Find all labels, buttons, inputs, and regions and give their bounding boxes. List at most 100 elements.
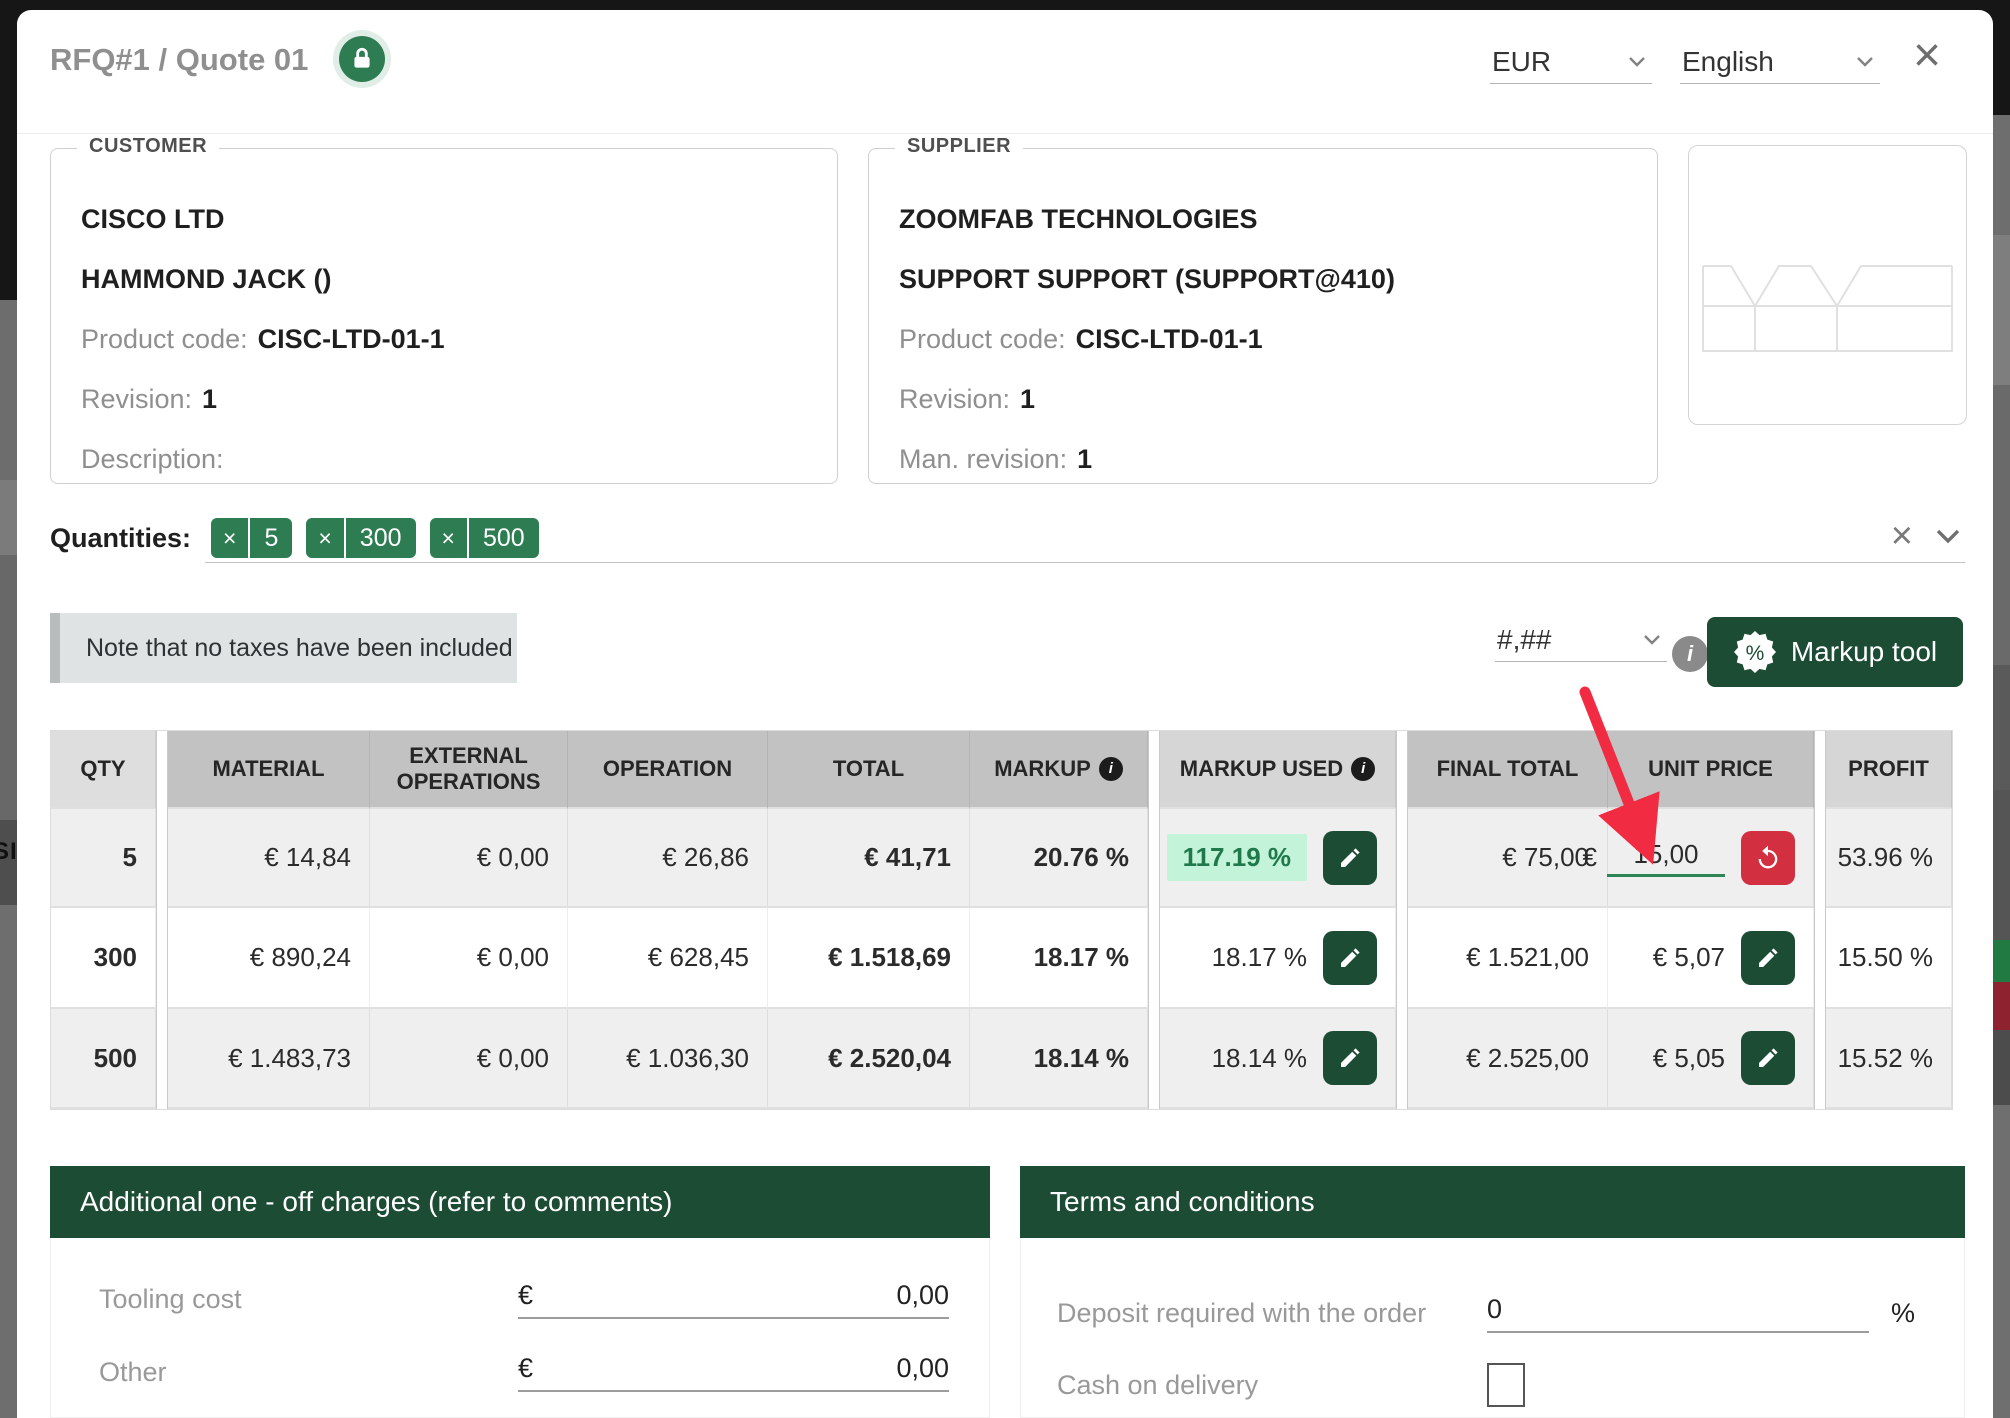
edit-unit-price-button[interactable] (1741, 931, 1795, 985)
cell-markup-used: 117.19 % (1160, 809, 1396, 908)
modal-title: RFQ#1 / Quote 01 (50, 42, 308, 78)
edit-markup-button[interactable] (1323, 931, 1377, 985)
revision-value: 1 (202, 384, 217, 415)
quantity-tag-value: 300 (346, 518, 416, 558)
backdrop-left (0, 555, 17, 820)
column-gap (156, 908, 168, 1009)
cell-unit-price: € (1608, 809, 1814, 908)
remove-tag-icon[interactable]: × (211, 518, 250, 558)
revision-label: Revision: (81, 384, 192, 415)
edit-markup-button[interactable] (1323, 1031, 1377, 1085)
column-gap (1148, 1009, 1160, 1109)
edit-unit-price-button[interactable] (1741, 1031, 1795, 1085)
backdrop-right (1993, 665, 2010, 790)
col-header-markup-used-label: MARKUP USED (1180, 756, 1343, 782)
currency-select[interactable]: EUR (1490, 40, 1652, 84)
cell-total: € 41,71 (768, 809, 970, 908)
backdrop-right (1993, 385, 2010, 665)
cell-external: € 0,00 (370, 908, 568, 1009)
col-header-total: TOTAL (768, 731, 970, 809)
cash-on-delivery-checkbox[interactable] (1487, 1363, 1525, 1407)
man-revision-label: Man. revision: (899, 444, 1067, 475)
remove-tag-icon[interactable]: × (430, 518, 469, 558)
cell-unit-price: € 5,07 (1608, 908, 1814, 1009)
markup-tool-button[interactable]: % Markup tool (1707, 617, 1963, 687)
revision-label: Revision: (899, 384, 1010, 415)
additional-charges-header: Additional one - off charges (refer to c… (50, 1166, 990, 1238)
chevron-down-icon (1628, 56, 1646, 68)
cell-markup: 18.17 % (970, 908, 1148, 1009)
markup-tool-label: Markup tool (1791, 636, 1937, 668)
quantity-tag[interactable]: × 300 (306, 518, 415, 558)
supplier-company: ZOOMFAB TECHNOLOGIES (899, 204, 1258, 235)
close-button[interactable]: × (1913, 32, 1941, 80)
backdrop-left-row: SI (0, 820, 17, 905)
unit-price-value: € 5,05 (1653, 1043, 1725, 1074)
col-header-qty: QTY (51, 731, 156, 809)
deposit-input[interactable] (1487, 1294, 1869, 1325)
supplier-email-link[interactable]: SUPPORT@410 (1184, 264, 1386, 295)
deposit-label: Deposit required with the order (1057, 1298, 1487, 1329)
lock-icon (349, 46, 375, 72)
column-gap (1814, 809, 1826, 908)
cell-markup: 18.14 % (970, 1009, 1148, 1109)
backdrop-right (1993, 1030, 2010, 1105)
clear-quantities-icon[interactable]: × (1891, 517, 1913, 555)
column-gap (1396, 908, 1408, 1009)
backdrop-left (0, 480, 17, 555)
cell-material: € 890,24 (168, 908, 370, 1009)
chevron-down-icon (1856, 56, 1874, 68)
cell-operation: € 26,86 (568, 809, 768, 908)
cell-external: € 0,00 (370, 809, 568, 908)
language-select[interactable]: English (1680, 40, 1880, 84)
edit-markup-button[interactable] (1323, 831, 1377, 885)
quantity-tag[interactable]: × 5 (211, 518, 292, 558)
column-gap (1814, 731, 1826, 809)
info-icon[interactable]: i (1099, 757, 1123, 781)
supplier-legend: SUPPLIER (895, 135, 1023, 158)
backdrop-right-dark (1993, 0, 2010, 115)
tax-note-text: Note that no taxes have been included (86, 634, 513, 663)
other-charge-input[interactable] (533, 1353, 949, 1384)
part-preview-thumbnail[interactable] (1688, 145, 1967, 425)
info-icon[interactable]: i (1351, 757, 1375, 781)
number-format-select[interactable]: #,## (1495, 618, 1667, 662)
percent-glyph: % (1746, 642, 1765, 665)
column-gap (1148, 809, 1160, 908)
backdrop-right-red-block (1993, 982, 2010, 1030)
markup-used-value: 18.17 % (1212, 942, 1307, 973)
pricing-table: QTY MATERIAL EXTERNAL OPERATIONS OPERATI… (50, 730, 1953, 1110)
column-gap (1396, 809, 1408, 908)
column-gap (1814, 1009, 1826, 1109)
product-code-label: Product code: (81, 324, 248, 355)
column-gap (156, 731, 168, 809)
customer-legend: CUSTOMER (77, 135, 219, 158)
column-gap (1814, 908, 1826, 1009)
cell-qty: 500 (51, 1009, 156, 1109)
cell-material: € 14,84 (168, 809, 370, 908)
description-label: Description: (81, 444, 224, 475)
part-drawing-icon (1689, 146, 1966, 424)
currency-prefix: € (1583, 842, 1597, 873)
cell-qty: 300 (51, 908, 156, 1009)
info-icon[interactable]: i (1672, 636, 1708, 672)
unit-price-input[interactable] (1607, 839, 1725, 877)
backdrop-text-fragment: SI (0, 838, 18, 866)
tooling-cost-label: Tooling cost (99, 1284, 518, 1315)
chevron-down-icon[interactable] (1935, 528, 1961, 544)
remove-tag-icon[interactable]: × (306, 518, 345, 558)
tooling-cost-input[interactable] (533, 1280, 949, 1311)
customer-contact: HAMMOND JACK () (81, 264, 331, 295)
cell-qty: 5 (51, 809, 156, 908)
cell-external: € 0,00 (370, 1009, 568, 1109)
markup-used-value: 18.14 % (1212, 1043, 1307, 1074)
header-divider (17, 133, 1993, 134)
reset-unit-price-button[interactable] (1741, 831, 1795, 885)
column-gap (1148, 731, 1160, 809)
cell-operation: € 628,45 (568, 908, 768, 1009)
quantity-tag[interactable]: × 500 (430, 518, 539, 558)
cell-profit: 15.50 % (1826, 908, 1952, 1009)
other-charge-label: Other (99, 1357, 518, 1388)
quantities-select[interactable]: Quantities: × 5 × 300 × 500 × (50, 513, 1965, 563)
cell-operation: € 1.036,30 (568, 1009, 768, 1109)
